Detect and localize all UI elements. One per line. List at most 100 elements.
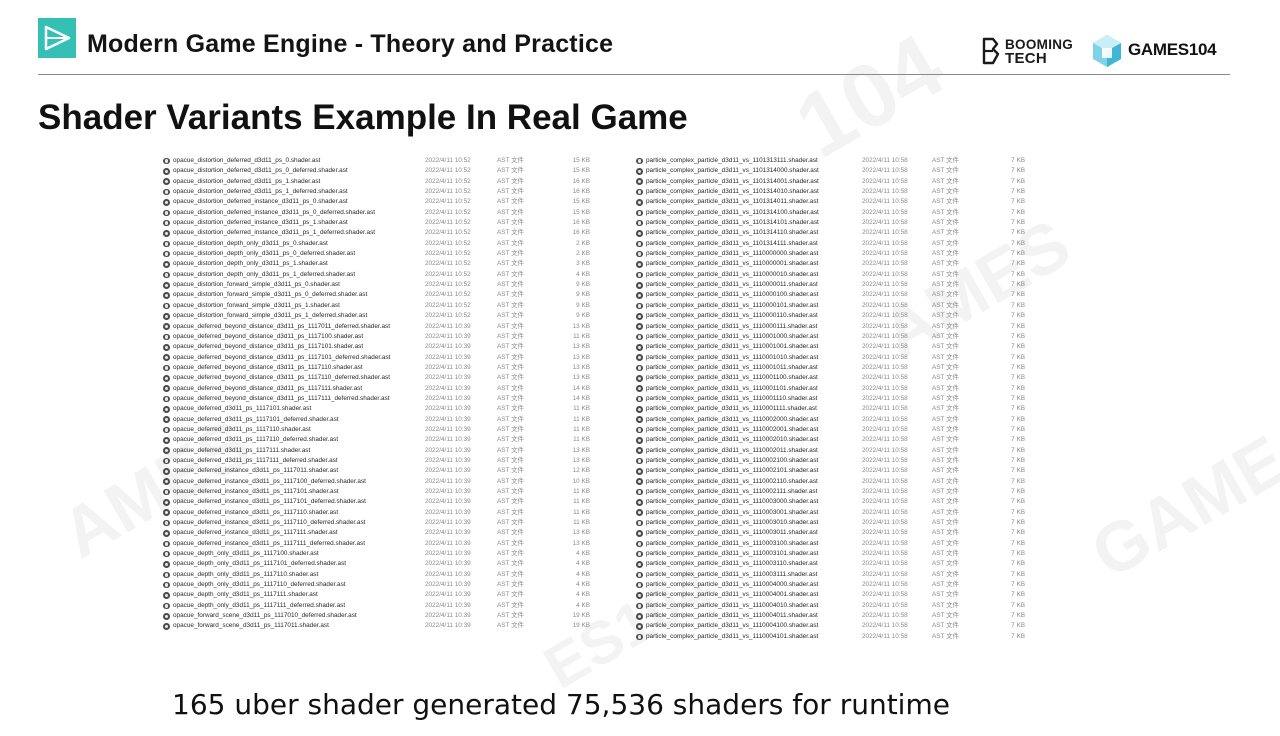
file-type: AST 文件 (932, 498, 959, 506)
file-row[interactable]: particle_complex_particle_d3d11_vs_11100… (636, 415, 1032, 425)
file-row[interactable]: opacue_depth_only_d3d11_ps_1117111_defer… (163, 601, 603, 611)
file-row[interactable]: particle_complex_particle_d3d11_vs_11100… (636, 559, 1032, 569)
file-row[interactable]: opacue_deferred_beyond_distance_d3d11_ps… (163, 353, 603, 363)
file-row[interactable]: particle_complex_particle_d3d11_vs_11100… (636, 508, 1032, 518)
file-row[interactable]: opacue_deferred_beyond_distance_d3d11_ps… (163, 363, 603, 373)
file-row[interactable]: particle_complex_particle_d3d11_vs_11013… (636, 208, 1032, 218)
file-row[interactable]: particle_complex_particle_d3d11_vs_11013… (636, 187, 1032, 197)
file-row[interactable]: particle_complex_particle_d3d11_vs_11100… (636, 384, 1032, 394)
file-row[interactable]: opacue_deferred_d3d11_ps_1117111.shader.… (163, 446, 603, 456)
file-row[interactable]: particle_complex_particle_d3d11_vs_11013… (636, 197, 1032, 207)
file-row[interactable]: particle_complex_particle_d3d11_vs_11013… (636, 218, 1032, 228)
file-row[interactable]: opacue_distortion_forward_simple_d3d11_p… (163, 280, 603, 290)
file-row[interactable]: opacue_distortion_forward_simple_d3d11_p… (163, 290, 603, 300)
file-row[interactable]: opacue_forward_scene_d3d11_ps_1117010_de… (163, 611, 603, 621)
file-row[interactable]: particle_complex_particle_d3d11_vs_11100… (636, 353, 1032, 363)
file-row[interactable]: opacue_deferred_instance_d3d11_ps_111711… (163, 508, 603, 518)
file-row[interactable]: particle_complex_particle_d3d11_vs_11013… (636, 166, 1032, 176)
file-row[interactable]: particle_complex_particle_d3d11_vs_11100… (636, 601, 1032, 611)
file-row[interactable]: opacue_depth_only_d3d11_ps_1117100.shade… (163, 549, 603, 559)
file-row[interactable]: opacue_deferred_d3d11_ps_1117111_deferre… (163, 456, 603, 466)
shader-file-icon (636, 571, 643, 579)
shader-file-icon (636, 333, 643, 341)
file-row[interactable]: particle_complex_particle_d3d11_vs_11100… (636, 290, 1032, 300)
file-row[interactable]: opacue_deferred_beyond_distance_d3d11_ps… (163, 384, 603, 394)
file-row[interactable]: particle_complex_particle_d3d11_vs_11013… (636, 228, 1032, 238)
file-row[interactable]: particle_complex_particle_d3d11_vs_11013… (636, 177, 1032, 187)
file-row[interactable]: particle_complex_particle_d3d11_vs_11100… (636, 518, 1032, 528)
file-row[interactable]: opacue_depth_only_d3d11_ps_1117101_defer… (163, 559, 603, 569)
file-row[interactable]: particle_complex_particle_d3d11_vs_11100… (636, 456, 1032, 466)
file-date: 2022/4/11 10:58 (862, 581, 908, 589)
file-row[interactable]: opacue_deferred_beyond_distance_d3d11_ps… (163, 332, 603, 342)
file-row[interactable]: particle_complex_particle_d3d11_vs_11100… (636, 425, 1032, 435)
file-row[interactable]: opacue_distortion_deferred_instance_d3d1… (163, 228, 603, 238)
file-row[interactable]: particle_complex_particle_d3d11_vs_11100… (636, 301, 1032, 311)
file-row[interactable]: opacue_distortion_depth_only_d3d11_ps_1_… (163, 270, 603, 280)
file-row[interactable]: particle_complex_particle_d3d11_vs_11100… (636, 446, 1032, 456)
file-row[interactable]: particle_complex_particle_d3d11_vs_11100… (636, 342, 1032, 352)
file-row[interactable]: opacue_distortion_deferred_d3d11_ps_0.sh… (163, 156, 603, 166)
file-row[interactable]: opacue_distortion_forward_simple_d3d11_p… (163, 311, 603, 321)
file-row[interactable]: particle_complex_particle_d3d11_vs_11100… (636, 466, 1032, 476)
file-row[interactable]: opacue_distortion_deferred_instance_d3d1… (163, 197, 603, 207)
file-row[interactable]: particle_complex_particle_d3d11_vs_11100… (636, 590, 1032, 600)
file-row[interactable]: opacue_deferred_instance_d3d11_ps_111711… (163, 518, 603, 528)
file-row[interactable]: particle_complex_particle_d3d11_vs_11100… (636, 632, 1032, 642)
file-row[interactable]: particle_complex_particle_d3d11_vs_11100… (636, 270, 1032, 280)
file-row[interactable]: opacue_depth_only_d3d11_ps_1117110_defer… (163, 580, 603, 590)
file-row[interactable]: opacue_forward_scene_d3d11_ps_1117011.sh… (163, 621, 603, 631)
file-row[interactable]: particle_complex_particle_d3d11_vs_11100… (636, 497, 1032, 507)
file-row[interactable]: particle_complex_particle_d3d11_vs_11100… (636, 322, 1032, 332)
file-row[interactable]: particle_complex_particle_d3d11_vs_11100… (636, 363, 1032, 373)
file-row[interactable]: opacue_deferred_instance_d3d11_ps_111710… (163, 477, 603, 487)
file-row[interactable]: opacue_deferred_instance_d3d11_ps_111711… (163, 528, 603, 538)
file-size: 16 KB (572, 229, 590, 237)
file-row[interactable]: opacue_deferred_instance_d3d11_ps_111710… (163, 497, 603, 507)
file-row[interactable]: particle_complex_particle_d3d11_vs_11013… (636, 239, 1032, 249)
file-row[interactable]: opacue_distortion_forward_simple_d3d11_p… (163, 301, 603, 311)
file-row[interactable]: particle_complex_particle_d3d11_vs_11100… (636, 394, 1032, 404)
file-row[interactable]: opacue_distortion_depth_only_d3d11_ps_1.… (163, 259, 603, 269)
file-row[interactable]: opacue_distortion_depth_only_d3d11_ps_0_… (163, 249, 603, 259)
shader-file-icon (163, 478, 170, 486)
file-row[interactable]: opacue_deferred_beyond_distance_d3d11_ps… (163, 322, 603, 332)
file-row[interactable]: particle_complex_particle_d3d11_vs_11100… (636, 259, 1032, 269)
file-row[interactable]: particle_complex_particle_d3d11_vs_11100… (636, 373, 1032, 383)
file-row[interactable]: opacue_deferred_beyond_distance_d3d11_ps… (163, 394, 603, 404)
file-row[interactable]: particle_complex_particle_d3d11_vs_11100… (636, 280, 1032, 290)
file-row[interactable]: opacue_deferred_instance_d3d11_ps_111701… (163, 466, 603, 476)
file-row[interactable]: particle_complex_particle_d3d11_vs_11013… (636, 156, 1032, 166)
file-row[interactable]: opacue_distortion_deferred_d3d11_ps_1_de… (163, 187, 603, 197)
file-row[interactable]: opacue_deferred_instance_d3d11_ps_111711… (163, 539, 603, 549)
file-row[interactable]: opacue_distortion_deferred_instance_d3d1… (163, 218, 603, 228)
file-row[interactable]: opacue_distortion_deferred_d3d11_ps_1.sh… (163, 177, 603, 187)
file-row[interactable]: particle_complex_particle_d3d11_vs_11100… (636, 477, 1032, 487)
file-row[interactable]: opacue_distortion_depth_only_d3d11_ps_0.… (163, 239, 603, 249)
file-row[interactable]: particle_complex_particle_d3d11_vs_11100… (636, 570, 1032, 580)
file-row[interactable]: particle_complex_particle_d3d11_vs_11100… (636, 404, 1032, 414)
file-type: AST 文件 (932, 219, 959, 227)
file-row[interactable]: particle_complex_particle_d3d11_vs_11100… (636, 539, 1032, 549)
file-row[interactable]: particle_complex_particle_d3d11_vs_11100… (636, 311, 1032, 321)
file-row[interactable]: particle_complex_particle_d3d11_vs_11100… (636, 487, 1032, 497)
file-row[interactable]: opacue_deferred_d3d11_ps_1117110.shader.… (163, 425, 603, 435)
file-row[interactable]: particle_complex_particle_d3d11_vs_11100… (636, 332, 1032, 342)
file-row[interactable]: opacue_distortion_deferred_instance_d3d1… (163, 208, 603, 218)
file-row[interactable]: opacue_deferred_d3d11_ps_1117101.shader.… (163, 404, 603, 414)
file-row[interactable]: particle_complex_particle_d3d11_vs_11100… (636, 580, 1032, 590)
file-row[interactable]: particle_complex_particle_d3d11_vs_11100… (636, 549, 1032, 559)
file-row[interactable]: particle_complex_particle_d3d11_vs_11100… (636, 528, 1032, 538)
file-row[interactable]: opacue_deferred_beyond_distance_d3d11_ps… (163, 373, 603, 383)
file-row[interactable]: particle_complex_particle_d3d11_vs_11100… (636, 611, 1032, 621)
file-row[interactable]: particle_complex_particle_d3d11_vs_11100… (636, 249, 1032, 259)
file-row[interactable]: opacue_deferred_beyond_distance_d3d11_ps… (163, 342, 603, 352)
file-row[interactable]: opacue_depth_only_d3d11_ps_1117110.shade… (163, 570, 603, 580)
file-row[interactable]: opacue_depth_only_d3d11_ps_1117111.shade… (163, 590, 603, 600)
file-row[interactable]: particle_complex_particle_d3d11_vs_11100… (636, 621, 1032, 631)
file-row[interactable]: opacue_distortion_deferred_d3d11_ps_0_de… (163, 166, 603, 176)
file-row[interactable]: opacue_deferred_instance_d3d11_ps_111710… (163, 487, 603, 497)
file-row[interactable]: particle_complex_particle_d3d11_vs_11100… (636, 435, 1032, 445)
file-row[interactable]: opacue_deferred_d3d11_ps_1117110_deferre… (163, 435, 603, 445)
file-row[interactable]: opacue_deferred_d3d11_ps_1117101_deferre… (163, 415, 603, 425)
